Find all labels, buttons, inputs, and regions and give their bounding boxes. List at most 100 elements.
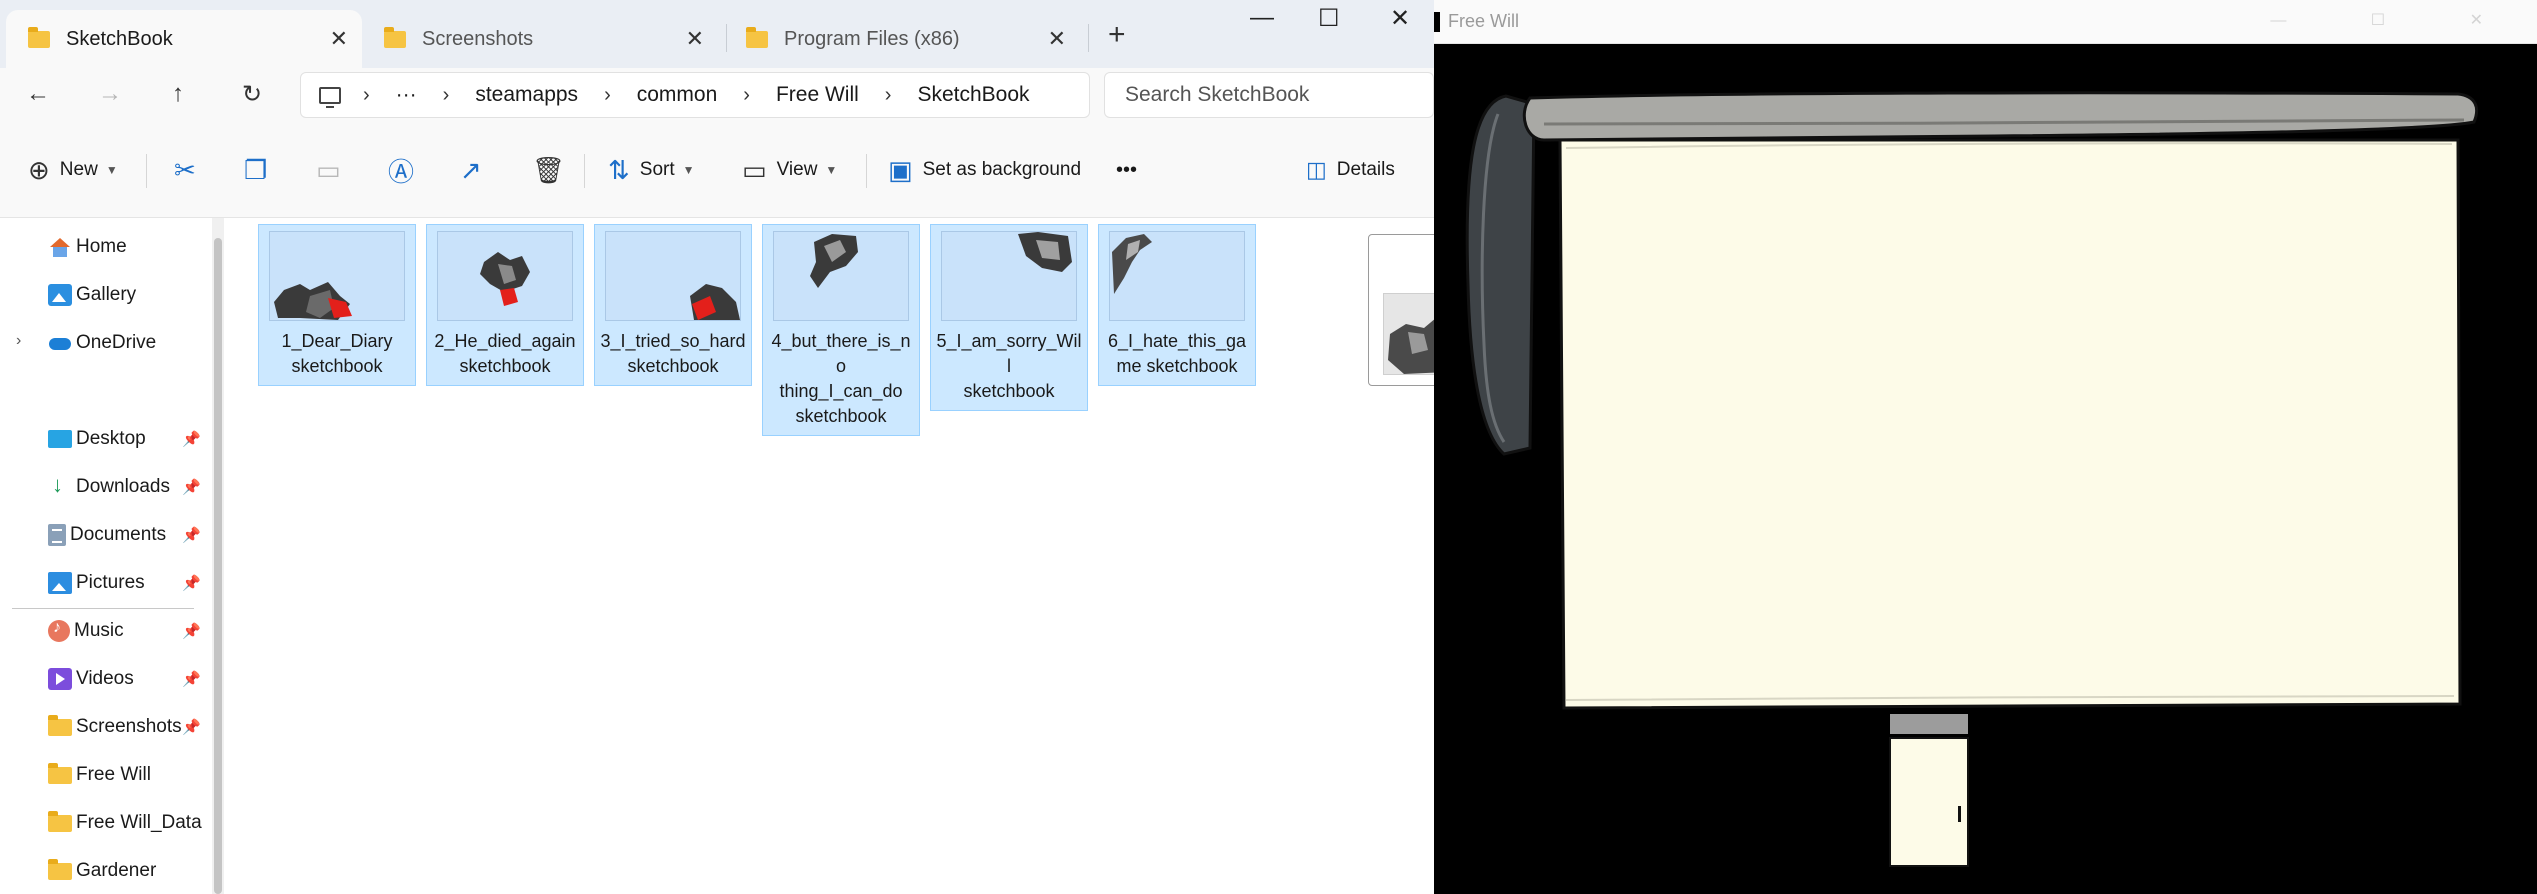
sidebar-item-home[interactable]: Home — [48, 232, 127, 262]
file-thumbnail — [941, 231, 1077, 321]
file-item[interactable]: 5_I_am_sorry_Will sketchbook — [930, 224, 1088, 411]
file-name-line: sketchbook — [963, 381, 1055, 401]
game-titlebar: Free Will — ☐ ✕ — [1434, 0, 2537, 44]
up-button[interactable]: ↑ — [172, 80, 184, 108]
delete-button[interactable]: 🗑 — [532, 152, 575, 188]
breadcrumb-ellipsis[interactable]: ··· — [396, 83, 417, 107]
paste-button[interactable]: ▭ — [316, 152, 351, 188]
copy-button[interactable]: ❐ — [244, 152, 277, 188]
file-item[interactable]: 6_I_hate_this_ga me sketchbook — [1098, 224, 1256, 386]
file-thumbnail — [269, 231, 405, 321]
breadcrumb-common[interactable]: common — [637, 83, 718, 107]
navigation-scrollbar[interactable] — [212, 218, 224, 894]
chevron-down-icon: ▼ — [825, 163, 838, 177]
folder-icon — [48, 762, 72, 784]
command-bar: ⊕ New ▼ ✂ ❐ ▭ Ⓐ ↗ 🗑 ⇅ Sort ▼ ▭ View ▼ ▣ … — [0, 124, 1434, 218]
expand-onedrive-chevron[interactable]: › — [16, 332, 21, 350]
lower-page-band — [1890, 714, 1968, 734]
details-button[interactable]: ◫ Details — [1306, 152, 1395, 188]
sidebar-item-onedrive[interactable]: OneDrive — [48, 328, 156, 358]
this-pc-icon[interactable] — [319, 86, 341, 108]
tab-sketchbook[interactable]: SketchBook ✕ — [6, 10, 362, 68]
breadcrumb-separator[interactable]: › — [885, 84, 892, 107]
tab-screenshots[interactable]: Screenshots ✕ — [362, 10, 718, 68]
pin-icon[interactable]: 📌 — [182, 574, 201, 592]
breadcrumb-separator[interactable]: › — [743, 84, 750, 107]
cut-button[interactable]: ✂ — [174, 152, 206, 188]
pin-icon[interactable]: 📌 — [182, 430, 201, 448]
sidebar-item-pictures[interactable]: Pictures — [48, 568, 145, 598]
file-item[interactable]: 3_I_tried_so_hard sketchbook — [594, 224, 752, 386]
documents-icon — [48, 524, 66, 546]
plus-circle-icon: ⊕ — [28, 154, 50, 185]
sidebar-item-label: Pictures — [76, 572, 145, 593]
new-tab-button[interactable]: + — [1108, 18, 1126, 52]
sidebar-item-gardener[interactable]: Gardener — [48, 856, 156, 886]
file-name-line: sketchbook — [459, 356, 551, 376]
file-thumbnail — [1109, 231, 1245, 321]
file-item[interactable]: 2_He_died_again sketchbook — [426, 224, 584, 386]
pin-icon[interactable]: 📌 — [182, 478, 201, 496]
folder-icon — [746, 26, 768, 48]
tab-label: Program Files (x86) — [784, 27, 960, 50]
minimize-button[interactable]: — — [1250, 4, 1274, 32]
file-name-line: sketchbook — [291, 356, 383, 376]
sidebar-item-screenshots[interactable]: Screenshots — [48, 712, 182, 742]
breadcrumb-free-will[interactable]: Free Will — [776, 83, 859, 107]
file-item[interactable]: 1_Dear_Diary sketchbook — [258, 224, 416, 386]
breadcrumb-separator[interactable]: › — [443, 84, 450, 107]
tab-label: Screenshots — [422, 27, 534, 50]
sidebar-item-music[interactable]: Music — [48, 616, 124, 646]
sidebar-item-desktop[interactable]: Desktop — [48, 424, 146, 454]
text-cursor — [1958, 806, 1961, 822]
share-button[interactable]: ↗ — [460, 152, 492, 188]
scissors-icon: ✂ — [174, 154, 196, 185]
sidebar-item-free-will[interactable]: Free Will — [48, 760, 151, 790]
sidebar-item-label: Free Will — [76, 764, 151, 785]
search-input[interactable]: Search SketchBook — [1104, 72, 1434, 118]
sidebar-item-label: Gallery — [76, 284, 137, 305]
sidebar-item-documents[interactable]: Documents — [48, 520, 166, 550]
forward-button[interactable]: → — [98, 80, 122, 108]
pin-icon[interactable]: 📌 — [182, 670, 201, 688]
pin-icon[interactable]: 📌 — [182, 622, 201, 640]
back-button[interactable]: ← — [26, 80, 50, 108]
clipboard-icon: ▭ — [316, 154, 341, 185]
address-bar: ← → ↑ ↻ › ··· › steamapps › common › Fre… — [0, 68, 1434, 124]
breadcrumb-steamapps[interactable]: steamapps — [475, 83, 578, 107]
breadcrumb-separator[interactable]: › — [604, 84, 611, 107]
details-pane-icon: ◫ — [1306, 157, 1327, 182]
close-tab-icon[interactable]: ✕ — [1048, 26, 1066, 52]
close-tab-icon[interactable]: ✕ — [330, 26, 348, 52]
breadcrumb-separator[interactable]: › — [363, 84, 370, 107]
view-label: View — [776, 159, 818, 180]
file-name-line: me sketchbook — [1116, 356, 1238, 376]
refresh-button[interactable]: ↻ — [242, 80, 262, 109]
breadcrumb[interactable]: › ··· › steamapps › common › Free Will ›… — [300, 72, 1090, 118]
sidebar-item-free-will-data[interactable]: Free Will_Data — [48, 808, 202, 838]
view-button[interactable]: ▭ View ▼ — [742, 152, 837, 188]
copy-icon: ❐ — [244, 154, 268, 185]
sort-button[interactable]: ⇅ Sort ▼ — [608, 152, 695, 188]
maximize-button[interactable]: ☐ — [1318, 4, 1340, 33]
pin-icon[interactable]: 📌 — [182, 526, 201, 544]
rename-button[interactable]: Ⓐ — [388, 152, 424, 188]
scrollbar-thumb[interactable] — [214, 238, 222, 894]
game-canvas[interactable] — [1434, 44, 2537, 894]
close-tab-icon[interactable]: ✕ — [686, 26, 704, 52]
tab-program-files[interactable]: Program Files (x86) ✕ — [724, 10, 1080, 68]
breadcrumb-sketchbook[interactable]: SketchBook — [917, 83, 1029, 107]
more-options-button[interactable]: ••• — [1116, 152, 1137, 188]
set-as-background-button[interactable]: ▣ Set as background — [888, 152, 1081, 188]
game-window-controls[interactable]: — ☐ ✕ — [2270, 10, 2523, 30]
sidebar-item-videos[interactable]: Videos — [48, 664, 134, 694]
sort-icon: ⇅ — [608, 154, 630, 185]
drag-preview-thumbnail — [1383, 293, 1434, 375]
sidebar-item-downloads[interactable]: Downloads — [48, 472, 170, 502]
sidebar-divider — [12, 608, 194, 609]
pin-icon[interactable]: 📌 — [182, 718, 201, 736]
close-window-button[interactable]: ✕ — [1390, 4, 1410, 33]
file-item[interactable]: 4_but_there_is_no thing_I_can_do sketchboo… — [762, 224, 920, 436]
sidebar-item-gallery[interactable]: Gallery — [48, 280, 136, 310]
new-button[interactable]: ⊕ New ▼ — [28, 152, 118, 188]
